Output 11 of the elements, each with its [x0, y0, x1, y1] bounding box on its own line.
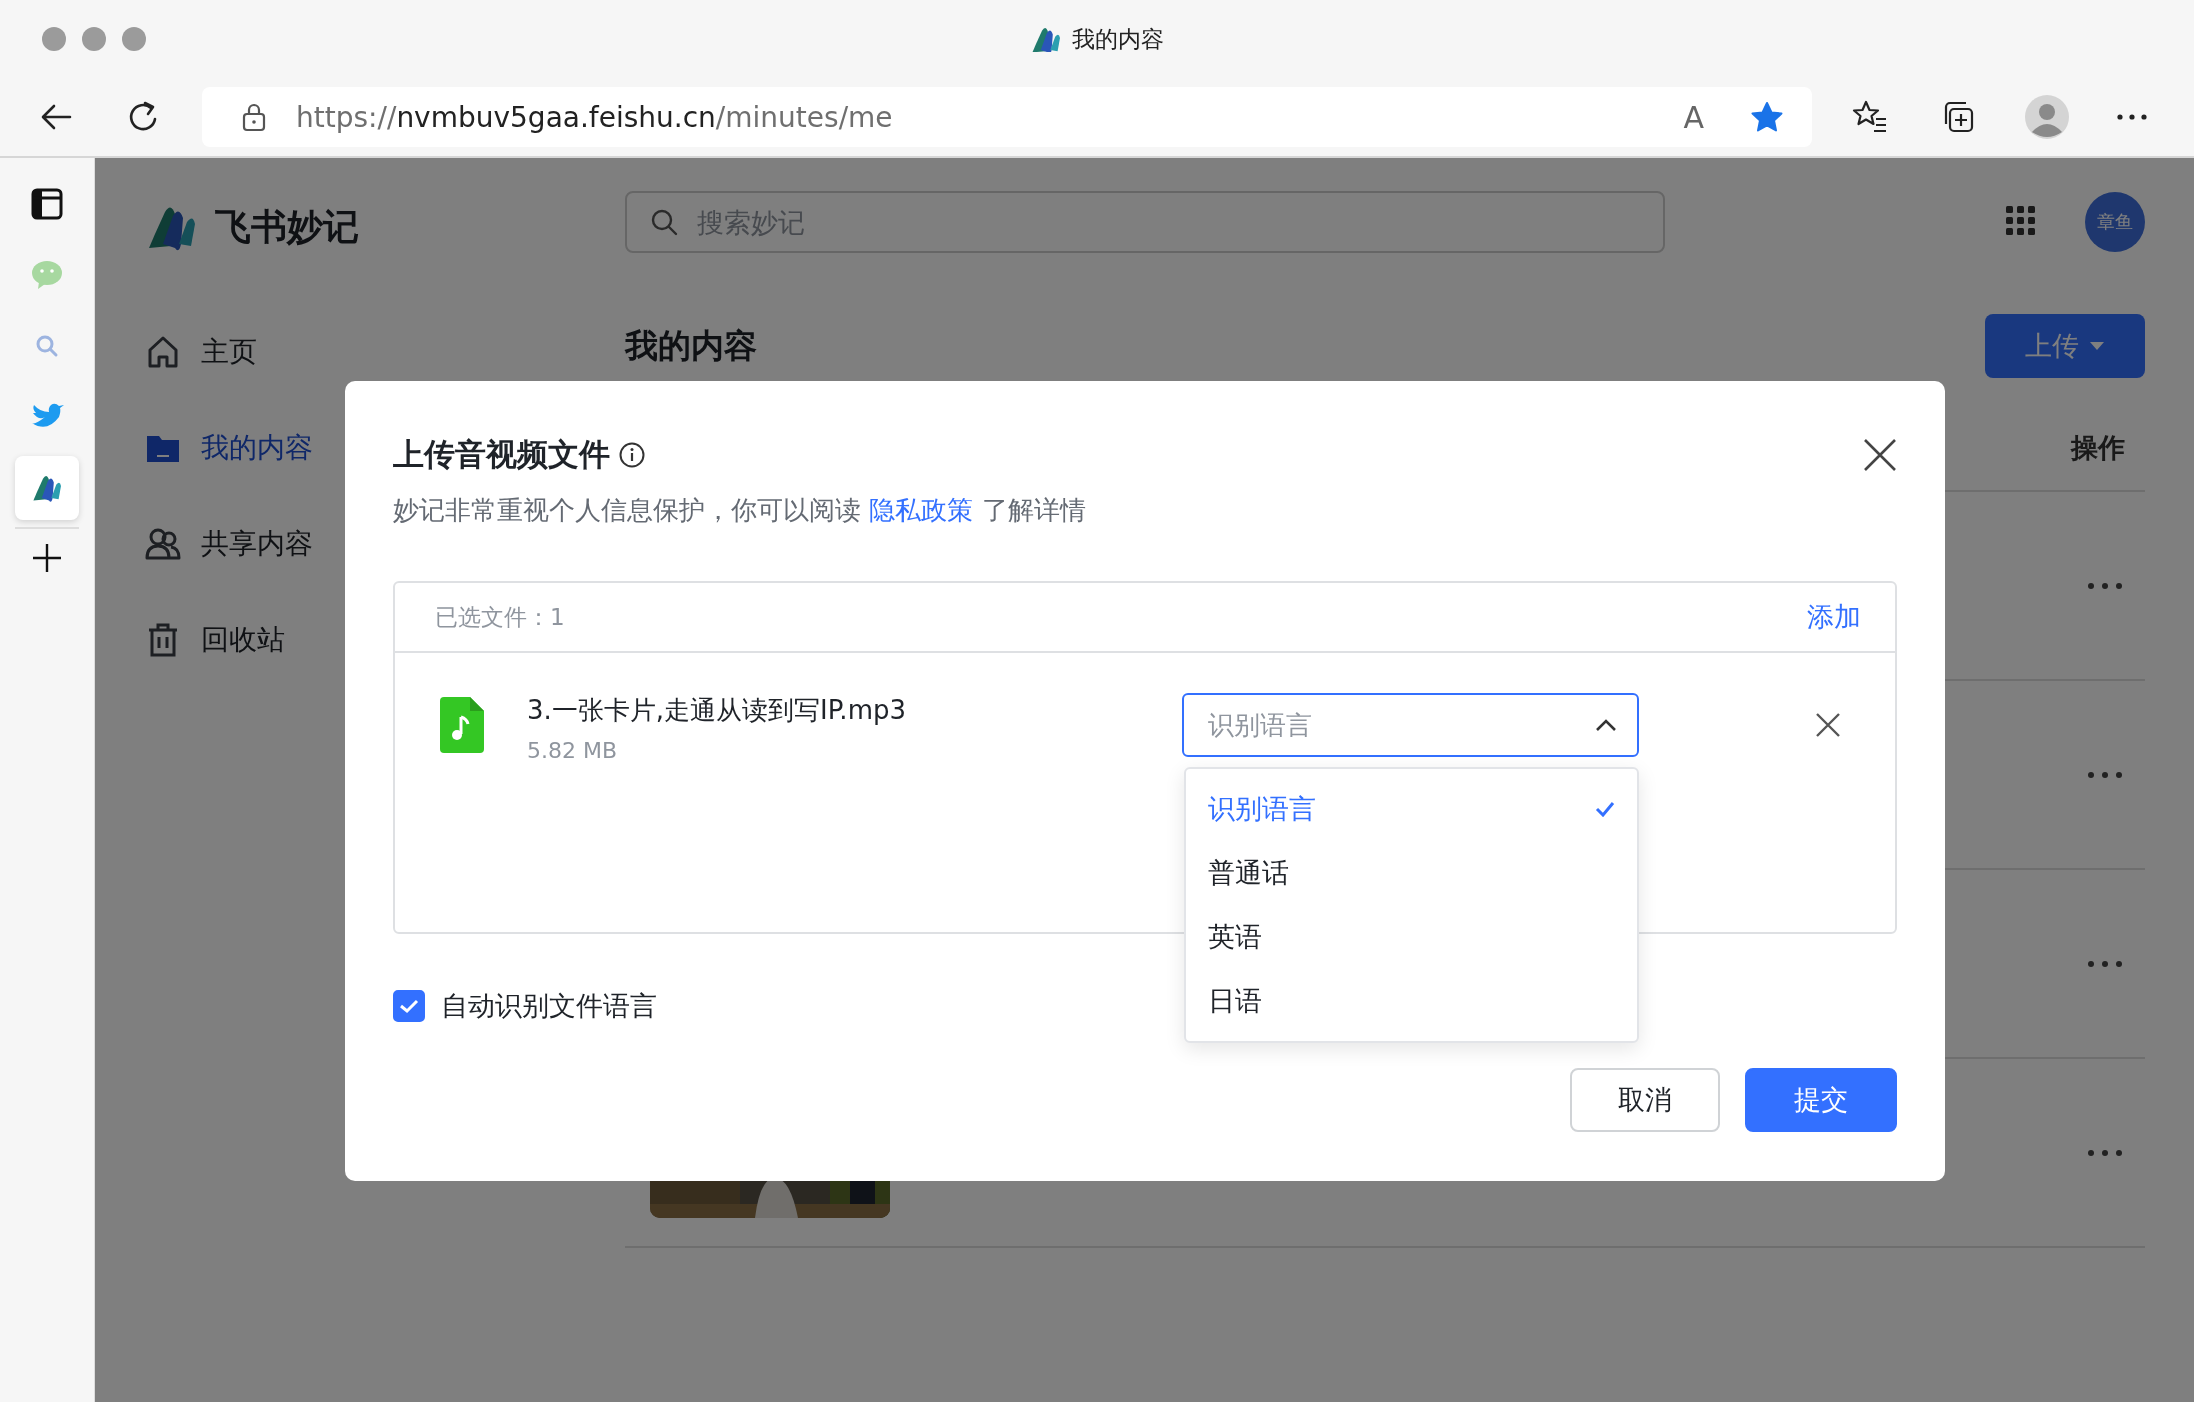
dialog-title: 上传音视频文件 [393, 435, 610, 474]
url-text: https://nvmbuv5gaa.feishu.cn/minutes/me [296, 100, 894, 134]
window-title: 我的内容 [1072, 24, 1164, 54]
brand-name: 飞书妙记 [215, 205, 359, 249]
page-title: 我的内容 [625, 324, 757, 367]
privacy-notice: 妙记非常重视个人信息保护，你可以阅读 隐私政策 了解详情 [393, 494, 1087, 527]
file-size: 5.82 MB [527, 738, 619, 763]
selected-file-count: 已选文件：1 [435, 602, 565, 632]
column-header: 操作 [2071, 431, 2125, 465]
file-name: 3.一张卡片,走通从读到写IP.mp3 [527, 694, 907, 727]
checkbox-label: 自动识别文件语言 [441, 989, 657, 1023]
